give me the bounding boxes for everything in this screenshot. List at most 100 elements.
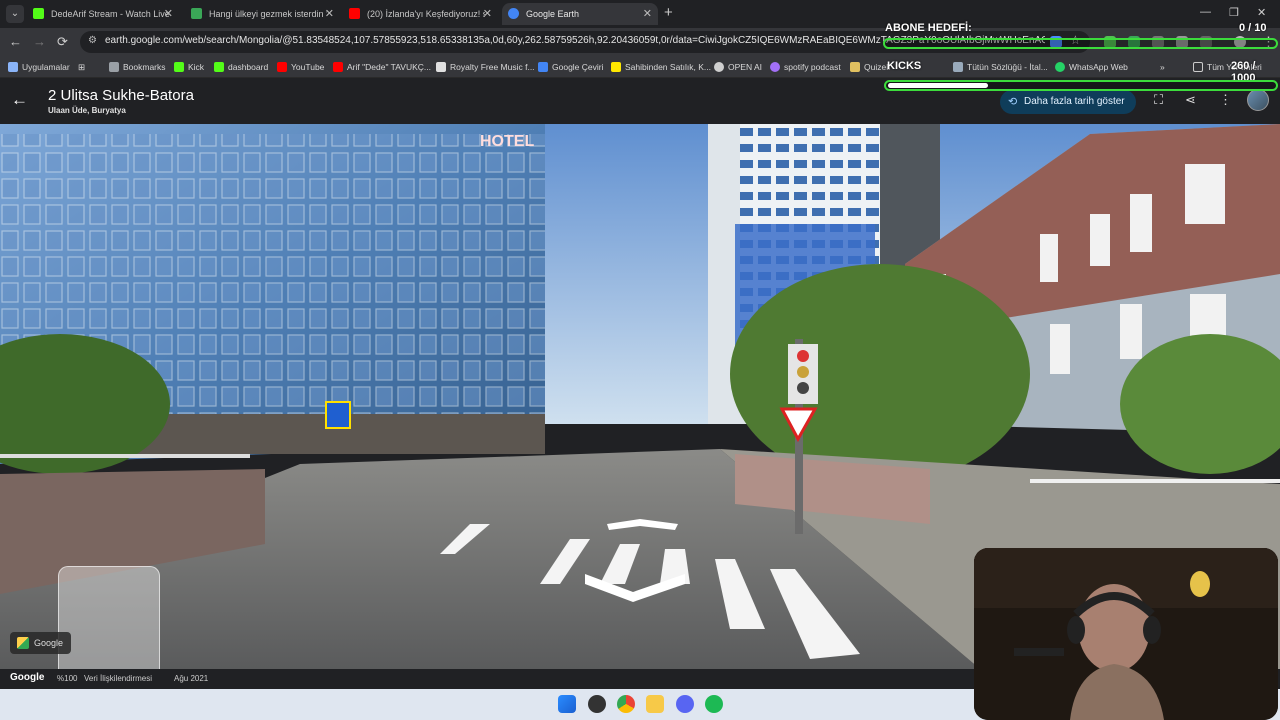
close-window-icon[interactable]: ✕	[1257, 6, 1266, 19]
media-app-icon[interactable]	[588, 695, 606, 713]
fullscreen-icon[interactable]: ⛶	[1154, 92, 1163, 108]
tab-hangi-ulkeyi[interactable]: Hangi ülkeyi gezmek isterdin ? ✕	[185, 3, 340, 25]
star-icon	[109, 62, 119, 72]
bookmark-label: WhatsApp Web	[1069, 62, 1128, 72]
reload-icon[interactable]: ⟳	[57, 34, 68, 50]
bookmark-royalty-free[interactable]: Royalty Free Music f...	[436, 56, 535, 78]
whatsapp-icon	[1055, 62, 1065, 72]
bookmarks-overflow-icon[interactable]: »	[1160, 56, 1165, 78]
forms-icon	[191, 8, 202, 19]
sahibinden-icon	[611, 62, 621, 72]
zoom-level[interactable]: %100	[57, 674, 77, 683]
webcam-image	[974, 548, 1278, 720]
subscriber-goal-progress	[883, 38, 1278, 49]
tab-title: (20) İzlanda'yı Keşfediyoruz! ss	[367, 9, 485, 19]
bookmark-label: Kick	[188, 62, 205, 72]
screen: ⌄ DedeArif Stream - Watch Live o ✕ Hangi…	[0, 0, 1280, 720]
bookmark-quizell[interactable]: Quizell	[850, 56, 890, 78]
discord-icon[interactable]	[676, 695, 694, 713]
spotify-icon[interactable]	[705, 695, 723, 713]
triangle-icon	[436, 62, 446, 72]
kicks-goal-progress	[884, 80, 1278, 91]
bookmark-label: Sahibinden Satılık, K...	[625, 62, 711, 72]
forward-icon[interactable]: →	[33, 34, 46, 49]
bookmark-label: spotify podcast	[784, 62, 841, 72]
bookmark-label: Arif "Dede" TAVUKÇ...	[347, 62, 431, 72]
youtube-icon	[349, 8, 360, 19]
bookmark-label: Royalty Free Music f...	[450, 62, 535, 72]
account-avatar[interactable]	[1247, 89, 1269, 111]
bookmark-spotify-podcast[interactable]: spotify podcast	[770, 56, 841, 78]
tab-title: Google Earth	[526, 9, 580, 19]
bookmark-label: Tütün Sözlüğü - İtal...	[967, 62, 1048, 72]
bookmark-uygulamalar[interactable]: Uygulamalar	[8, 56, 70, 78]
close-icon[interactable]: ✕	[483, 3, 492, 25]
new-tab-button[interactable]: +	[664, 4, 673, 21]
kick-icon	[33, 8, 44, 19]
podcast-icon	[770, 62, 780, 72]
quiz-icon	[850, 62, 860, 72]
tab-search-button[interactable]: ⌄	[6, 5, 24, 23]
bookmark-sahibinden[interactable]: Sahibinden Satılık, K...	[611, 56, 711, 78]
back-icon[interactable]: ←	[9, 34, 22, 49]
data-attribution-link[interactable]: Veri İlişkilendirmesi	[84, 674, 152, 683]
place-title: 2 Ulitsa Sukhe-Batora	[48, 87, 194, 104]
restore-icon[interactable]: ❐	[1229, 6, 1239, 19]
tab-google-earth[interactable]: Google Earth ✕	[502, 3, 658, 25]
google-attribution-badge[interactable]: Google	[10, 632, 72, 654]
kick-icon	[214, 62, 224, 72]
tab-title: DedeArif Stream - Watch Live o	[51, 9, 169, 19]
tab-title: Hangi ülkeyi gezmek isterdin ?	[209, 9, 327, 19]
close-icon[interactable]: ✕	[643, 3, 652, 25]
more-options-icon[interactable]: ⋮	[1219, 92, 1232, 108]
browser-tab-strip: ⌄ DedeArif Stream - Watch Live o ✕ Hangi…	[0, 0, 1280, 28]
bookmark-dashboard[interactable]: dashboard	[214, 56, 268, 78]
leaf-icon	[953, 62, 963, 72]
bookmark-youtube[interactable]: YouTube	[277, 56, 324, 78]
bookmark-bookmarks[interactable]: Bookmarks	[109, 56, 166, 78]
bookmark-google-ceviri[interactable]: Google Çeviri	[538, 56, 604, 78]
close-icon[interactable]: ✕	[325, 3, 334, 25]
file-explorer-icon[interactable]	[646, 695, 664, 713]
apps-grid-icon[interactable]: ⊞	[78, 56, 85, 78]
bookmark-label: Google Çeviri	[552, 62, 604, 72]
history-icon: ⟲	[1008, 96, 1018, 108]
kick-icon	[174, 62, 184, 72]
webcam-feed	[974, 548, 1278, 720]
kicks-goal-label: KICKS	[887, 60, 922, 72]
translate-icon	[538, 62, 548, 72]
subscriber-goal-count: 0 / 10	[1239, 22, 1267, 34]
bookmarks-bar: Uygulamalar ⊞ Bookmarks Kick dashboard Y…	[0, 56, 1280, 78]
minimize-icon[interactable]: —	[1200, 6, 1211, 18]
place-subtitle: Ulaan Üde, Buryatya	[48, 106, 126, 115]
bookmark-whatsapp[interactable]: WhatsApp Web	[1055, 56, 1128, 78]
youtube-icon	[277, 62, 287, 72]
youtube-icon	[333, 62, 343, 72]
bookmark-label: Bookmarks	[123, 62, 166, 72]
tab-dedearif-stream[interactable]: DedeArif Stream - Watch Live o ✕	[27, 3, 179, 25]
bookmark-arif-dede[interactable]: Arif "Dede" TAVUKÇ...	[333, 56, 431, 78]
bookmark-tutun-sozlugu[interactable]: Tütün Sözlüğü - İtal...	[953, 56, 1048, 78]
bookmark-label: dashboard	[228, 62, 269, 72]
google-earth-icon	[508, 8, 519, 19]
more-history-button[interactable]: ⟲ Daha fazla tarih göster	[1000, 90, 1136, 114]
openai-icon	[714, 62, 724, 72]
share-icon[interactable]: ⋖	[1185, 92, 1196, 108]
chrome-icon[interactable]	[617, 695, 635, 713]
subscriber-goal-label: ABONE HEDEFİ:	[885, 22, 972, 34]
progress-fill	[888, 83, 989, 88]
bookmark-label: Uygulamalar	[22, 62, 70, 72]
google-logo: Google	[10, 672, 45, 683]
capture-date: Ağu 2021	[174, 674, 209, 683]
folder-icon	[1193, 62, 1203, 72]
bookmark-kick[interactable]: Kick	[174, 56, 204, 78]
tab-izlanda-youtube[interactable]: (20) İzlanda'yı Keşfediyoruz! ss ✕	[343, 3, 498, 25]
site-info-icon[interactable]: ⚙	[88, 35, 97, 46]
grid-icon	[8, 62, 18, 72]
bookmark-openai[interactable]: OPEN AI	[714, 56, 762, 78]
hotel-sign: HOTEL	[480, 133, 534, 150]
more-history-label: Daha fazla tarih göster	[1024, 96, 1125, 107]
close-icon[interactable]: ✕	[164, 3, 173, 25]
back-arrow-icon[interactable]: ←	[11, 90, 28, 110]
windows-start-icon[interactable]	[558, 695, 576, 713]
